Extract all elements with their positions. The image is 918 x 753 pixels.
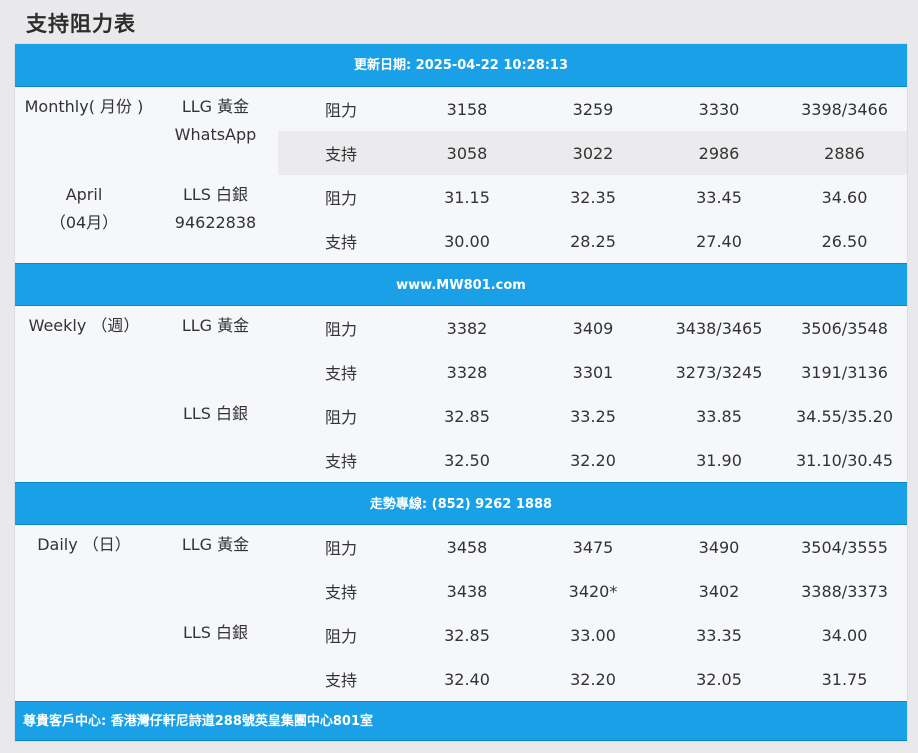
- value-cell: 3490: [698, 537, 740, 557]
- page-title: 支持阻力表: [26, 12, 136, 36]
- row-label: 支持: [324, 145, 357, 164]
- value-cell: 3438/3465: [675, 318, 763, 338]
- monthly-month-sub-label: （04月）: [49, 213, 119, 232]
- row-label: 支持: [324, 452, 357, 471]
- value-cell: 32.20: [570, 669, 616, 689]
- value-cell: 31.75: [821, 669, 868, 689]
- value-cell: 3475: [572, 537, 614, 557]
- value-cell: 3438: [446, 581, 488, 601]
- daily-gold-label: LLG 黃金: [181, 535, 250, 554]
- monthly-gold-support-row: 支持 3058 3022 2986 2886: [278, 131, 907, 175]
- daily-silver-resistance-row: 阻力 32.85 33.00 33.35 34.00: [278, 613, 907, 657]
- value-cell: 3259: [572, 99, 614, 119]
- row-label: 支持: [324, 583, 357, 602]
- update-date-bar: 更新日期: 2025-04-22 10:28:13: [15, 44, 907, 87]
- value-cell: 27.40: [696, 231, 742, 251]
- monthly-silver-label: LLS 白銀: [182, 185, 249, 204]
- monthly-period-label: Monthly( 月份 ): [24, 97, 144, 116]
- row-label: 阻力: [324, 627, 357, 646]
- value-cell: 33.35: [696, 625, 742, 645]
- row-label: 支持: [324, 233, 357, 252]
- weekly-gold-support-row: 支持 3328 3301 3273/3245 3191/3136: [278, 350, 907, 394]
- daily-gold-resistance-row: 阻力 3458 3475 3490 3504/3555: [278, 525, 907, 569]
- daily-gold-support-row: 支持 3438 3420* 3402 3388/3373: [278, 569, 907, 613]
- daily-section: Daily （日） LLG 黃金 LLS 白銀 阻力 3458 3475 349…: [15, 525, 907, 701]
- value-cell: 3420*: [568, 581, 618, 601]
- row-label: 阻力: [324, 408, 357, 427]
- value-cell: 3506/3548: [801, 318, 888, 338]
- value-cell: 3022: [572, 143, 614, 163]
- value-cell: 3191/3136: [801, 362, 888, 382]
- value-cell: 34.00: [821, 625, 868, 645]
- value-cell: 26.50: [821, 231, 868, 251]
- monthly-whatsapp-label: WhatsApp: [174, 125, 257, 144]
- support-resistance-table: 更新日期: 2025-04-22 10:28:13 Monthly( 月份 ) …: [15, 44, 907, 741]
- value-cell: 3402: [698, 581, 740, 601]
- value-cell: 32.20: [570, 450, 616, 470]
- hotline-bar: 走勢專線: (852) 9262 1888: [15, 482, 907, 525]
- value-cell: 33.00: [570, 625, 616, 645]
- weekly-period-label: Weekly （週）: [28, 316, 140, 335]
- monthly-month-label: April: [65, 185, 103, 204]
- daily-silver-label: LLS 白銀: [182, 623, 249, 642]
- value-cell: 3458: [446, 537, 488, 557]
- customer-center-bar: 尊貴客戶中心: 香港灣仔軒尼詩道288號英皇集團中心801室: [15, 701, 907, 741]
- value-cell: 33.25: [570, 406, 616, 426]
- value-cell: 3330: [698, 99, 740, 119]
- value-cell: 34.60: [821, 187, 868, 207]
- row-label: 阻力: [324, 189, 357, 208]
- value-cell: 34.55/35.20: [796, 406, 893, 426]
- value-cell: 3504/3555: [801, 537, 888, 557]
- value-cell: 32.40: [444, 669, 490, 689]
- website-bar[interactable]: www.MW801.com: [15, 263, 907, 306]
- value-cell: 3388/3373: [801, 581, 888, 601]
- value-cell: 32.05: [696, 669, 742, 689]
- value-cell: 3328: [446, 362, 488, 382]
- value-cell: 28.25: [570, 231, 616, 251]
- value-cell: 3158: [446, 99, 488, 119]
- daily-period-label: Daily （日）: [37, 535, 131, 554]
- weekly-gold-resistance-row: 阻力 3382 3409 3438/3465 3506/3548: [278, 306, 907, 350]
- row-label: 阻力: [324, 539, 357, 558]
- value-cell: 3301: [572, 362, 614, 382]
- value-cell: 33.85: [696, 406, 742, 426]
- value-cell: 3398/3466: [801, 99, 888, 119]
- monthly-gold-resistance-row: 阻力 3158 3259 3330 3398/3466: [278, 87, 907, 131]
- weekly-section: Weekly （週） LLG 黃金 LLS 白銀 阻力 3382 3409 34…: [15, 306, 907, 482]
- value-cell: 2886: [824, 143, 865, 163]
- value-cell: 2986: [698, 143, 740, 163]
- value-cell: 3409: [572, 318, 614, 338]
- monthly-silver-support-row: 支持 30.00 28.25 27.40 26.50: [278, 219, 907, 263]
- value-cell: 31.10/30.45: [796, 450, 893, 470]
- row-label: 支持: [324, 671, 357, 690]
- row-label: 支持: [324, 364, 357, 383]
- monthly-section: Monthly( 月份 ) April （04月） LLG 黃金 WhatsAp…: [15, 87, 907, 263]
- value-cell: 33.45: [696, 187, 742, 207]
- monthly-gold-label: LLG 黃金: [181, 97, 250, 116]
- monthly-phone-number: 94622838: [174, 213, 257, 232]
- weekly-silver-label: LLS 白銀: [182, 404, 249, 423]
- value-cell: 31.90: [696, 450, 742, 470]
- row-label: 阻力: [324, 101, 357, 120]
- weekly-gold-label: LLG 黃金: [181, 316, 250, 335]
- value-cell: 3058: [446, 143, 488, 163]
- value-cell: 32.50: [444, 450, 490, 470]
- value-cell: 3382: [446, 318, 488, 338]
- value-cell: 30.00: [444, 231, 490, 251]
- value-cell: 32.85: [444, 406, 490, 426]
- value-cell: 32.85: [444, 625, 490, 645]
- monthly-silver-resistance-row: 阻力 31.15 32.35 33.45 34.60: [278, 175, 907, 219]
- row-label: 阻力: [324, 320, 357, 339]
- value-cell: 3273/3245: [675, 362, 763, 382]
- weekly-silver-resistance-row: 阻力 32.85 33.25 33.85 34.55/35.20: [278, 394, 907, 438]
- value-cell: 31.15: [444, 187, 490, 207]
- weekly-silver-support-row: 支持 32.50 32.20 31.90 31.10/30.45: [278, 438, 907, 482]
- daily-silver-support-row: 支持 32.40 32.20 32.05 31.75: [278, 657, 907, 701]
- value-cell: 32.35: [570, 187, 616, 207]
